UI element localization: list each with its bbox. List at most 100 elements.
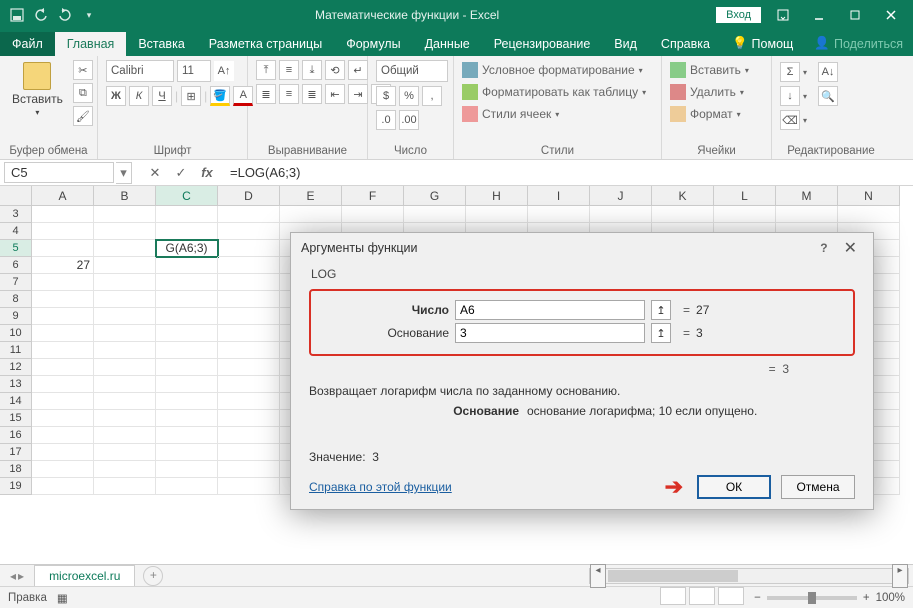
cell[interactable] [218,308,280,325]
sort-filter-icon[interactable]: A↓ [818,62,838,82]
cell[interactable] [156,393,218,410]
row-header[interactable]: 11 [0,342,32,359]
cell[interactable] [776,206,838,223]
cell[interactable] [156,223,218,240]
cell[interactable] [32,444,94,461]
cell[interactable] [156,427,218,444]
fill-icon[interactable]: ↓ [780,86,800,106]
cell[interactable] [32,393,94,410]
scroll-right-icon[interactable]: ▸ [892,564,908,588]
cell[interactable] [94,308,156,325]
cell[interactable] [528,206,590,223]
cell[interactable] [156,291,218,308]
sheet-tab[interactable]: microexcel.ru [34,565,135,586]
cell[interactable] [156,461,218,478]
cell[interactable] [94,274,156,291]
column-header[interactable]: K [652,186,714,206]
zoom-level[interactable]: 100% [876,592,905,604]
cell[interactable] [32,461,94,478]
cut-icon[interactable]: ✂ [73,60,93,80]
share-button[interactable]: 👤Поделиться [804,31,913,56]
cell[interactable] [218,257,280,274]
currency-icon[interactable]: $ [376,86,396,106]
arg2-range-picker-icon[interactable]: ↥ [651,323,671,343]
insert-function-icon[interactable]: fx [196,165,218,181]
cell[interactable] [94,257,156,274]
minimize-icon[interactable] [801,0,837,30]
function-help-link[interactable]: Справка по этой функции [309,480,452,494]
cell[interactable] [218,410,280,427]
cell[interactable] [714,206,776,223]
cell[interactable] [94,223,156,240]
dialog-close-icon[interactable]: ✕ [838,238,863,258]
cell[interactable] [156,342,218,359]
macro-record-icon[interactable]: ▦ [57,591,68,605]
comma-icon[interactable]: , [422,86,442,106]
redo-icon[interactable] [56,6,74,24]
column-header[interactable]: B [94,186,156,206]
cell[interactable] [94,342,156,359]
cell[interactable] [156,376,218,393]
find-select-icon[interactable]: 🔍 [818,86,838,106]
sheet-nav-last-icon[interactable]: ▸ [18,569,24,583]
bold-button[interactable]: Ж [106,86,126,106]
fill-color-icon[interactable]: 🪣 [210,86,230,106]
horizontal-scrollbar[interactable]: ◂ ▸ [589,568,909,584]
column-header[interactable]: J [590,186,652,206]
arg2-input[interactable] [455,323,645,343]
cell[interactable] [218,359,280,376]
cell[interactable] [94,206,156,223]
cell[interactable] [838,206,900,223]
tab-file[interactable]: Файл [0,32,55,56]
row-header[interactable]: 16 [0,427,32,444]
copy-icon[interactable]: ⧉ [73,83,93,103]
cell[interactable] [156,206,218,223]
clear-icon[interactable]: ⌫ [780,110,800,130]
arg1-input[interactable] [455,300,645,320]
sheet-nav-first-icon[interactable]: ◂ [10,569,16,583]
align-top-icon[interactable]: ⤒ [256,60,276,80]
cell[interactable] [404,206,466,223]
cell[interactable] [94,376,156,393]
orientation-icon[interactable]: ⟲ [325,60,345,80]
tab-help[interactable]: Справка [649,32,722,56]
column-header[interactable]: C [156,186,218,206]
cell[interactable]: G(A6;3) [156,240,218,257]
cells-insert[interactable]: Вставить ▾ [670,62,749,78]
column-header[interactable]: F [342,186,404,206]
cell[interactable] [218,376,280,393]
align-middle-icon[interactable]: ≡ [279,60,299,80]
row-header[interactable]: 3 [0,206,32,223]
cell[interactable] [94,444,156,461]
cell[interactable] [156,444,218,461]
normal-view-icon[interactable] [660,587,686,605]
row-header[interactable]: 17 [0,444,32,461]
increase-decimal-icon[interactable]: .0 [376,110,396,130]
dialog-help-icon[interactable]: ? [820,241,827,255]
tab-pagelayout[interactable]: Разметка страницы [197,32,334,56]
cell[interactable] [32,376,94,393]
cell[interactable] [156,274,218,291]
cell[interactable] [32,359,94,376]
cell[interactable] [32,325,94,342]
cell[interactable] [218,325,280,342]
zoom-slider[interactable] [767,596,857,600]
cell[interactable] [94,427,156,444]
cell[interactable]: 27 [32,257,94,274]
cell[interactable] [218,291,280,308]
undo-icon[interactable] [32,6,50,24]
borders-icon[interactable]: ⊞ [181,86,201,106]
cell[interactable] [94,291,156,308]
tab-data[interactable]: Данные [413,32,482,56]
row-header[interactable]: 6 [0,257,32,274]
autosum-icon[interactable]: Σ [780,62,800,82]
column-header[interactable]: L [714,186,776,206]
cell[interactable] [32,308,94,325]
maximize-icon[interactable] [837,0,873,30]
cell[interactable] [94,478,156,495]
align-center-icon[interactable]: ≡ [279,84,299,104]
column-header[interactable]: I [528,186,590,206]
cell[interactable] [218,274,280,291]
cell[interactable] [218,206,280,223]
increase-indent-icon[interactable]: ⇥ [348,84,368,104]
